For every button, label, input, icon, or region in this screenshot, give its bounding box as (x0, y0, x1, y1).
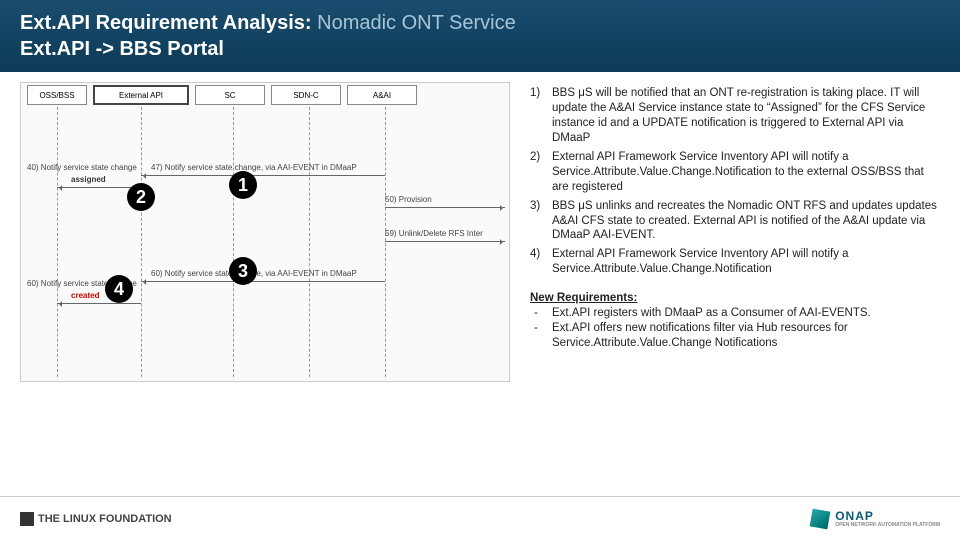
arrow-50 (385, 207, 505, 208)
arrow-60b (141, 281, 385, 282)
arrow-40 (57, 187, 141, 188)
arrow-47 (141, 175, 385, 176)
onap-logo: ONAP OPEN NETWORK AUTOMATION PLATFORM (811, 509, 940, 528)
step-4-text: External API Framework Service Inventory… (552, 247, 940, 277)
label-notify47: 47) Notify service state change, via AAI… (151, 163, 357, 172)
arrow-60a (57, 303, 141, 304)
circle-2: 2 (127, 183, 155, 211)
step-4-num: 4) (530, 247, 552, 277)
step-1: 1) BBS μS will be notified that an ONT r… (530, 86, 940, 146)
new-req-1: - Ext.API registers with DMaaP as a Cons… (530, 306, 940, 321)
lifeline-aai: A&AI (347, 85, 417, 105)
circle-1: 1 (229, 171, 257, 199)
title-line2: Ext.API -> BBS Portal (20, 36, 516, 62)
step-3: 3) BBS μS unlinks and recreates the Noma… (530, 199, 940, 244)
linux-logo-text: THE LINUX FOUNDATION (38, 513, 172, 525)
lifeline-sc: SC (195, 85, 265, 105)
linux-logo-icon (20, 512, 34, 526)
label-step59: 59) Unlink/Delete RFS Inter (385, 229, 483, 238)
label-created: created (71, 291, 99, 300)
new-req-2-text: Ext.API offers new notifications filter … (552, 321, 940, 351)
circle-4: 4 (105, 275, 133, 303)
title-suffix: Nomadic ONT Service (317, 12, 516, 34)
step-3-num: 3) (530, 199, 552, 244)
new-req-1-text: Ext.API registers with DMaaP as a Consum… (552, 306, 940, 321)
onap-logo-subtext: OPEN NETWORK AUTOMATION PLATFORM (835, 523, 940, 528)
onap-logo-icon (810, 508, 831, 529)
linux-foundation-logo: THE LINUX FOUNDATION (20, 512, 172, 526)
step-3-text: BBS μS unlinks and recreates the Nomadic… (552, 199, 940, 244)
slide-title: Ext.API Requirement Analysis: Nomadic ON… (20, 10, 516, 62)
label-step50: 50) Provision (385, 195, 432, 204)
label-assigned: assigned (71, 175, 106, 184)
step-2-num: 2) (530, 150, 552, 195)
step-2: 2) External API Framework Service Invent… (530, 150, 940, 195)
step-1-num: 1) (530, 86, 552, 146)
new-req-header: New Requirements: (530, 291, 940, 306)
sequence-diagram: OSS/BSS External API SC SDN-C A&AI 40) N… (20, 82, 510, 382)
step-2-text: External API Framework Service Inventory… (552, 150, 940, 195)
lifeline-ossbss: OSS/BSS (27, 85, 87, 105)
arrow-59 (385, 241, 505, 242)
description-column: 1) BBS μS will be notified that an ONT r… (510, 82, 960, 482)
label-notify40: 40) Notify service state change (27, 163, 137, 172)
lifeline-extapi: External API (93, 85, 189, 105)
title-prefix: Ext.API Requirement Analysis: (20, 12, 312, 34)
lifeline-sdnc: SDN-C (271, 85, 341, 105)
circle-3: 3 (229, 257, 257, 285)
step-1-text: BBS μS will be notified that an ONT re-r… (552, 86, 940, 146)
footer: THE LINUX FOUNDATION ONAP OPEN NETWORK A… (0, 496, 960, 540)
title-bar: Ext.API Requirement Analysis: Nomadic ON… (0, 0, 960, 72)
new-req-2: - Ext.API offers new notifications filte… (530, 321, 940, 351)
new-requirements: New Requirements: - Ext.API registers wi… (530, 291, 940, 351)
step-4: 4) External API Framework Service Invent… (530, 247, 940, 277)
onap-logo-text: ONAP (835, 509, 874, 523)
